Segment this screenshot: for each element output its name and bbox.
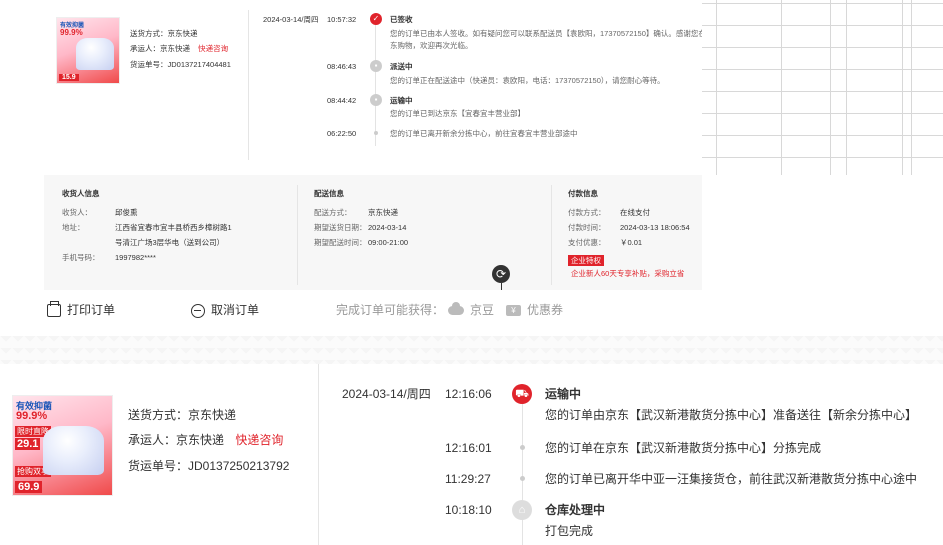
delivery-method: 京东快递 [368,208,398,217]
top-product-image[interactable]: 有效抑菌 99.9% 15.9 [56,17,120,84]
top-date: 2024-03-14/周四 [263,15,319,24]
tracking-status: 运输中 [545,387,582,401]
product-bottles [75,37,115,70]
top-carrier: 承运人：京东快递 快递咨询 [130,44,229,53]
delivery-time: 09:00-21:00 [368,238,409,247]
bottom-date: 2024-03-14/周四 [342,387,431,401]
tracking-desc: 您的订单由京东【武汉新港散货分拣中心】准备送往【新余分拣中心】 [545,408,918,422]
product-pct-text: 99.9% [16,410,48,422]
rewards-label: 完成订单可能获得： [336,303,445,317]
tracking-desc: 您的订单已到达京东【宜春宜丰营业部】 [390,109,525,118]
payment-title: 付款信息 [568,189,598,198]
top-order-panel: 有效抑菌 99.9% 15.9 送货方式：京东快递 承运人：京东快递 快递咨询 … [44,0,702,175]
print-order-button[interactable]: 打印订单 [47,301,116,318]
bottom-waybill: 货运单号：JD0137250213792 [128,459,290,473]
product-bottles [42,425,105,476]
delivery-time-label: 期望配送时间： [314,238,367,247]
print-label: 打印订单 [67,303,116,317]
payment-time: 2024-03-13 18:06:54 [620,223,690,232]
top-waybill: 货运单号：JD0137217404481 [130,60,231,69]
bottom-carrier-link[interactable]: 快递咨询 [235,433,283,447]
tracking-desc: 您的订单已离开华中亚一汪集接货仓，前往武汉新港散货分拣中心途中 [545,472,918,486]
tracking-time: 10:57:32 [327,15,357,24]
truck-icon: ⛟ [512,384,532,404]
bottom-carrier: 承运人：京东快递 快递咨询 [128,433,284,447]
order-info-panel: 收货人信息 收货人： 邱俊熏 地址： 江西省宜春市宜丰县桥西乡樟树路1 号清江广… [44,175,702,300]
divider [297,185,298,285]
top-carrier-link[interactable]: 快递咨询 [198,44,228,53]
tracking-time: 12:16:01 [445,441,492,455]
timeline-dot [520,445,525,450]
tracking-time: 11:29:27 [445,472,491,486]
jd-bean-reward: 京豆 [448,302,494,318]
coupon-reward: ¥ 优惠券 [506,302,563,318]
tracking-status: 仓库处理中 [545,503,606,517]
tracking-status: 已签收 [390,15,413,24]
refresh-cursor-icon: ⟳ [492,265,510,283]
bottom-delivery-method: 送货方式：京东快递 [128,408,237,422]
section-divider [0,336,943,364]
receiver-title: 收货人信息 [62,189,100,198]
timeline-dot [520,476,525,481]
receiver-name: 邱俊熏 [115,208,138,217]
check-icon: ✓ [370,13,382,25]
tracking-desc-cont: 东购物，欢迎再次光临。 [390,41,473,50]
tracking-status: 派送中 [390,62,413,71]
ticket-icon: ¥ [506,305,521,317]
cloud-icon [448,302,464,316]
order-action-bar: 打印订单 取消订单 完成订单可能获得： 京豆 ¥ 优惠券 [0,290,943,335]
bottom-order-panel: 有效抑菌 99.9% 限时直降 29.1 抢购双享 69.9 送货方式：京东快递… [0,364,943,545]
enterprise-promo[interactable]: 企业新人60天专享补贴，采购立省 [571,268,684,279]
timeline-dot [374,131,378,135]
tracking-desc: 您的订单已由本人签收。如有疑问您可以联系配送员【袁欧阳，17370572150】… [390,29,702,38]
embedded-order-screenshot: 有效抑菌 99.9% 15.9 送货方式：京东快递 承运人：京东快递 快递咨询 … [44,0,702,300]
cancel-order-button[interactable]: 取消订单 [191,302,259,318]
delivery-title: 配送信息 [314,189,344,198]
delivery-method-label: 配送方式： [314,208,352,217]
tracking-time: 08:46:43 [327,62,357,71]
truck-icon: ▪ [370,60,382,72]
receiver-name-label: 收货人： [62,208,92,217]
payment-time-label: 付款时间： [568,223,606,232]
printer-icon [47,301,61,318]
tracking-time: 12:16:06 [445,387,492,401]
payment-method: 在线支付 [620,208,650,217]
tracking-desc: 打包完成 [545,524,594,538]
receiver-addr: 江西省宜春市宜丰县桥西乡樟树路1 [115,223,232,232]
receiver-addr-cont: 号清江广场3层华电（送到公司） [115,238,225,247]
divider [318,364,319,545]
payment-discount-label: 支付优惠： [568,238,606,247]
tracking-time: 10:18:10 [445,503,492,517]
product-price-text: 15.9 [59,74,79,81]
tracking-desc: 您的订单已离开新余分拣中心，前往宜春宜丰营业部途中 [390,129,578,138]
minus-circle-icon [191,303,205,318]
truck-icon: ▪ [370,94,382,106]
delivery-date: 2024-03-14 [368,223,407,232]
payment-discount: ￥0.01 [620,238,643,247]
receiver-addr-label: 地址： [62,223,85,232]
divider [551,185,552,285]
top-delivery-method: 送货方式：京东快递 [130,29,198,38]
divider [248,10,249,160]
tracking-desc: 您的订单正在配送途中（快递员：袁欧阳，电话：17370572150），请您耐心等… [390,76,665,85]
payment-method-label: 付款方式： [568,208,606,217]
product-price-text: 69.9 [15,481,43,493]
receiver-phone: 1997982**** [115,253,156,262]
bottom-product-image[interactable]: 有效抑菌 99.9% 限时直降 29.1 抢购双享 69.9 [12,395,113,496]
product-tag-price: 29.1 [15,438,41,450]
enterprise-badge[interactable]: 企业特权 [568,255,604,266]
tracking-time: 08:44:42 [327,96,357,105]
tracking-status: 运输中 [390,96,413,105]
spreadsheet-grid [700,0,943,175]
timeline-line [522,404,523,545]
delivery-date-label: 期望送货日期： [314,223,367,232]
timeline-line [375,24,376,146]
tracking-desc: 您的订单在京东【武汉新港散货分拣中心】分拣完成 [545,441,822,455]
tracking-time: 06:22:50 [327,129,357,138]
cancel-label: 取消订单 [211,303,260,317]
warehouse-icon: ⌂ [512,500,532,520]
receiver-phone-label: 手机号码： [62,253,100,262]
product-pct-text: 99.9% [60,28,83,37]
